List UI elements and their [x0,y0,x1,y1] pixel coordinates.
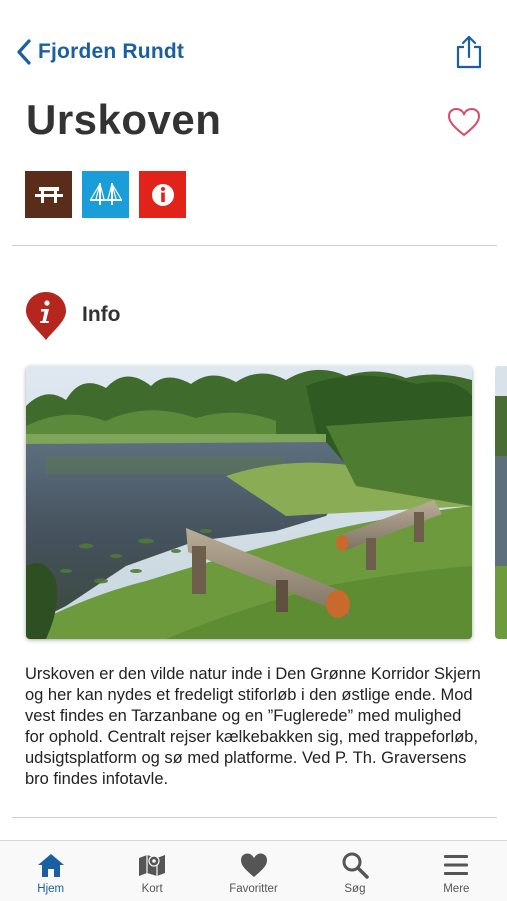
tab-mere[interactable]: Mere [406,841,507,901]
info-pin-icon [26,292,66,340]
info-point-icon [151,183,174,206]
section-title: Info [82,303,121,326]
map-icon [139,855,166,876]
picnic-table-icon [34,186,63,203]
bridge-icon [89,182,122,205]
search-icon [342,852,369,879]
chevron-left-icon [17,39,31,65]
divider [12,817,497,818]
tab-soeg[interactable]: Søg [304,841,405,901]
facility-badges [25,171,186,218]
tab-label: Favoritter [229,883,278,895]
menu-icon [444,855,469,875]
next-gallery-photo-peek[interactable] [495,366,507,639]
heart-icon [240,853,267,877]
tab-bar: Hjem Kort Favoritter Søg Mere [0,840,507,901]
tab-label: Kort [141,883,163,895]
gallery-photo[interactable] [26,366,472,639]
share-icon[interactable] [453,34,485,70]
info-section-header: Info [24,290,120,342]
divider [12,245,497,246]
navigation-bar: Fjorden Rundt [0,0,507,100]
bridge-badge [82,171,129,218]
tab-hjem[interactable]: Hjem [0,841,101,901]
home-icon [37,854,64,877]
picnic-badge [25,171,72,218]
park-photo-image [26,366,472,639]
favorite-heart-icon[interactable] [446,106,482,138]
info-point-badge [139,171,186,218]
tab-favoritter[interactable]: Favoritter [203,841,304,901]
back-button-label: Fjorden Rundt [38,40,185,63]
info-description: Urskoven er den vilde natur inde i Den G… [25,665,481,788]
tab-label: Søg [344,883,366,895]
tab-kort[interactable]: Kort [101,841,202,901]
next-photo-image [495,366,507,639]
back-button[interactable]: Fjorden Rundt [14,36,184,68]
tab-label: Hjem [37,883,65,895]
tab-label: Mere [443,883,470,895]
page-title: Urskoven [26,96,222,143]
